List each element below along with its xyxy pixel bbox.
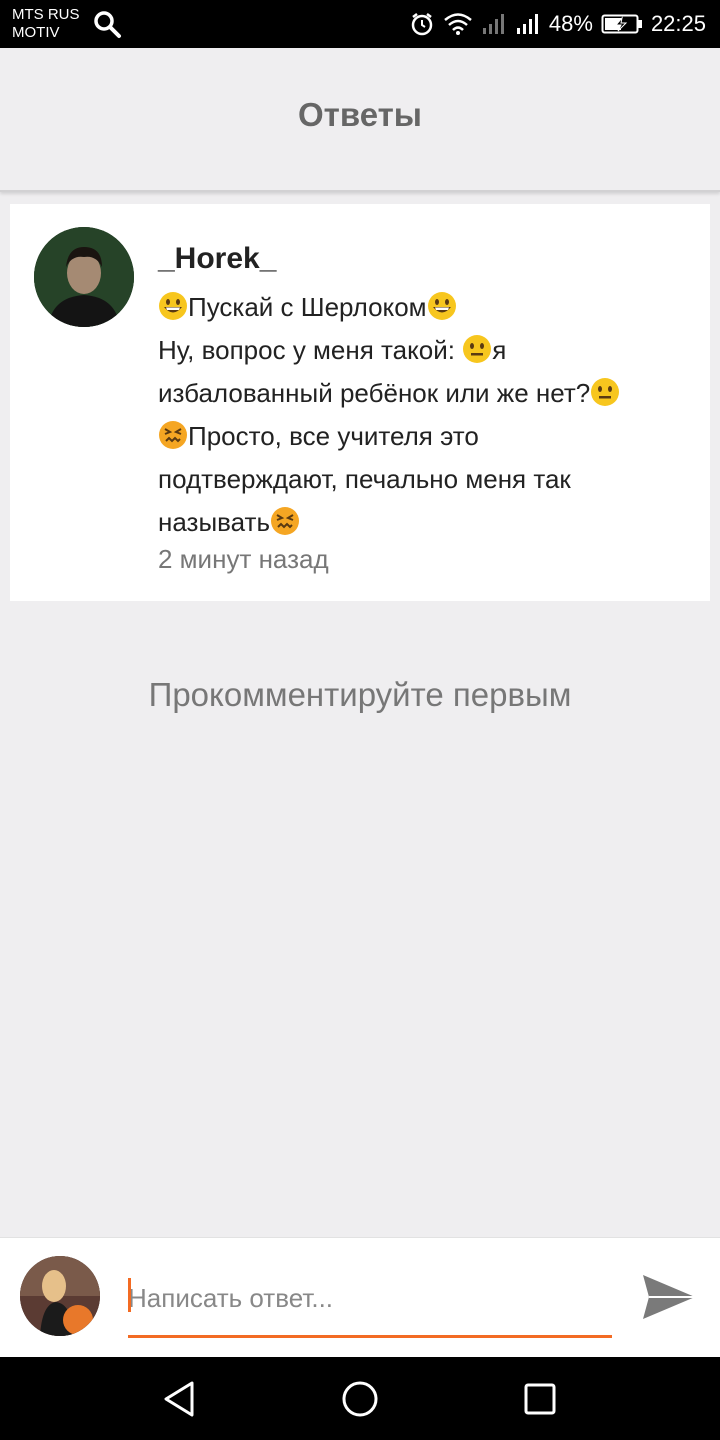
post-line-text: называть	[158, 507, 270, 537]
text-cursor	[128, 1278, 131, 1312]
reply-bar	[0, 1237, 720, 1357]
page-title: Ответы	[298, 96, 422, 133]
grinning-emoji-icon	[159, 292, 187, 320]
carrier-line-1: MTS RUS	[12, 6, 80, 23]
post-card: _Horek_ Пускай с Шерлоком Ну, вопрос у м…	[10, 204, 710, 601]
recents-icon[interactable]	[518, 1377, 562, 1421]
post-line-text: подтверждают, печально меня так	[158, 464, 571, 494]
navigation-bar	[0, 1357, 720, 1440]
carrier-line-2: MOTIV	[12, 24, 60, 41]
signal-icon	[481, 12, 507, 36]
send-icon[interactable]	[640, 1268, 698, 1326]
post-line-text: я	[492, 335, 507, 365]
home-icon[interactable]	[338, 1377, 382, 1421]
post-line: Ну, вопрос у меня такой: я	[158, 329, 678, 372]
battery-charging-icon	[601, 13, 643, 35]
post-line-text: Ну, вопрос у меня такой:	[158, 335, 463, 365]
grinning-emoji-icon	[427, 292, 456, 320]
post-line: избалованный ребёнок или же нет?	[158, 372, 678, 415]
app-bar: Ответы	[0, 48, 720, 192]
post-line: Пускай с Шерлоком	[158, 286, 678, 329]
post-line-text: Просто, все учителя это	[188, 421, 479, 451]
clock: 22:25	[650, 11, 706, 36]
empty-comments-message: Прокомментируйте первым	[148, 676, 572, 713]
reply-input[interactable]	[128, 1276, 612, 1338]
confounded-emoji-icon	[271, 507, 299, 535]
carrier-label: MTS RUS MOTIV	[12, 6, 80, 42]
post-line-text: избалованный ребёнок или же нет?	[158, 378, 591, 408]
avatar-photo	[34, 227, 134, 327]
post-line: называть	[158, 501, 678, 544]
post-line: Просто, все учителя это	[158, 415, 678, 458]
battery-percent: 48%	[548, 11, 593, 36]
neutral-emoji-icon	[591, 378, 620, 406]
neutral-emoji-icon	[463, 335, 492, 363]
search-icon	[94, 11, 121, 38]
avatar[interactable]	[34, 227, 134, 327]
signal-icon	[515, 12, 541, 36]
avatar[interactable]	[20, 1256, 100, 1336]
back-icon[interactable]	[158, 1377, 202, 1421]
confounded-emoji-icon	[159, 421, 187, 449]
post-line: подтверждают, печально меня так	[158, 458, 678, 501]
alarm-icon	[409, 11, 435, 37]
wifi-icon	[443, 12, 473, 36]
post-text: Пускай с Шерлоком Ну, вопрос у меня тако…	[158, 286, 678, 544]
post-line-text: Пускай с Шерлоком	[188, 292, 427, 322]
post-author[interactable]: _Horek_	[158, 242, 276, 276]
status-bar: MTS RUS MOTIV 48% 22:25	[0, 0, 720, 48]
post-timestamp: 2 минут назад	[158, 544, 329, 574]
avatar-photo	[20, 1256, 100, 1336]
